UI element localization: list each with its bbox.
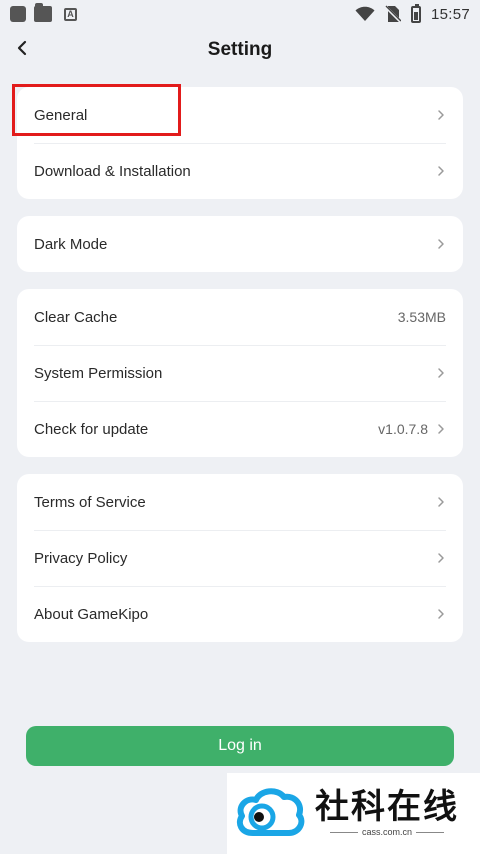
chevron-left-icon [17, 40, 27, 56]
watermark-url: cass.com.cn [361, 827, 412, 838]
setting-row-clear-cache[interactable]: Clear Cache 3.53MB [17, 289, 463, 345]
setting-label: Terms of Service [34, 493, 146, 511]
setting-label: General [34, 106, 88, 124]
status-left-icons: A [10, 3, 77, 22]
header: Setting [0, 28, 480, 72]
watermark-main-text: 社科在线 [315, 786, 459, 827]
back-button[interactable] [10, 36, 34, 60]
setting-row-system-permission[interactable]: System Permission [17, 345, 463, 401]
version-value: v1.0.7.8 [378, 421, 428, 437]
wifi-icon [355, 6, 375, 21]
setting-row-terms-of-service[interactable]: Terms of Service [17, 474, 463, 530]
folder-icon [34, 3, 52, 22]
settings-group-1: General Download & Installation [17, 87, 463, 199]
watermark-sub-text: cass.com.cn [329, 827, 444, 838]
setting-label: Download & Installation [34, 162, 191, 180]
no-sim-icon [384, 5, 401, 23]
setting-label: Privacy Policy [34, 549, 128, 567]
watermark: 社科在线 cass.com.cn [227, 773, 480, 854]
setting-row-privacy-policy[interactable]: Privacy Policy [17, 530, 463, 586]
cache-size-value: 3.53MB [397, 309, 446, 325]
setting-label: Check for update [34, 420, 149, 438]
chevron-right-icon [438, 166, 444, 176]
chevron-right-icon [438, 609, 444, 619]
setting-row-download-installation[interactable]: Download & Installation [17, 143, 463, 199]
setting-row-about[interactable]: About GameKipo [17, 586, 463, 642]
app-icon [10, 6, 26, 22]
setting-row-dark-mode[interactable]: Dark Mode [17, 216, 463, 272]
status-time: 15:57 [430, 5, 470, 23]
page-title: Setting [207, 39, 273, 60]
chevron-right-icon [438, 497, 444, 507]
setting-row-check-update[interactable]: Check for update v1.0.7.8 [17, 401, 463, 457]
setting-label: System Permission [34, 364, 163, 382]
chevron-right-icon [438, 110, 444, 120]
settings-group-2: Dark Mode [17, 216, 463, 272]
setting-label: Dark Mode [34, 235, 108, 253]
setting-label: Clear Cache [34, 308, 118, 326]
chevron-right-icon [438, 553, 444, 563]
battery-charging-icon [410, 3, 421, 23]
chevron-right-icon [438, 368, 444, 378]
watermark-text: 社科在线 cass.com.cn [315, 786, 459, 838]
setting-label: About GameKipo [34, 605, 149, 623]
setting-row-general[interactable]: General [17, 87, 463, 143]
chevron-right-icon [438, 239, 444, 249]
cloud-eye-logo-icon [236, 787, 305, 836]
settings-group-4: Terms of Service Privacy Policy About Ga… [17, 474, 463, 642]
status-bar: A 15:57 [0, 0, 480, 28]
status-right-icons: 15:57 [355, 3, 470, 23]
chevron-right-icon [438, 424, 444, 434]
font-a-icon: A [64, 7, 77, 21]
settings-group-3: Clear Cache 3.53MB System Permission Che… [17, 289, 463, 457]
login-button[interactable]: Log in [26, 726, 454, 766]
